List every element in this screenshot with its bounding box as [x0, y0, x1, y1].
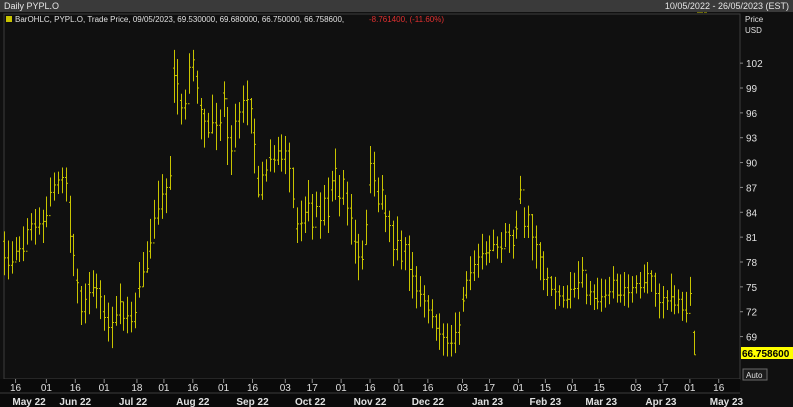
- x-tick-label: 16: [364, 383, 376, 394]
- x-month-label: Mar 23: [585, 397, 617, 407]
- x-month-label: Jan 23: [472, 397, 504, 407]
- x-tick-label: 01: [41, 383, 53, 394]
- x-tick-label: 03: [630, 383, 642, 394]
- last-price-value: 66.758600: [742, 349, 790, 360]
- x-month-label: Jun 22: [59, 397, 91, 407]
- y-tick-label: 72: [746, 308, 758, 319]
- x-tick-label: 18: [131, 383, 143, 394]
- legend-series-text: BarOHLC, PYPL.O, Trade Price, 09/05/2023…: [15, 15, 344, 24]
- x-tick-label: 15: [594, 383, 606, 394]
- y-tick-label: 75: [746, 283, 758, 294]
- x-tick-label: 17: [484, 383, 496, 394]
- x-tick-label: 16: [713, 383, 725, 394]
- x-tick-label: 03: [457, 383, 469, 394]
- x-tick-label: 01: [158, 383, 170, 394]
- x-tick-label: 03: [280, 383, 292, 394]
- chart-background: [0, 12, 793, 407]
- x-month-label: Jul 22: [119, 397, 148, 407]
- x-tick-label: 01: [218, 383, 230, 394]
- window-title-bar: Daily PYPL.O 10/05/2022 - 26/05/2023 (ES…: [0, 0, 793, 12]
- y-tick-label: 87: [746, 183, 758, 194]
- x-tick-label: 01: [99, 383, 111, 394]
- y-tick-label: 99: [746, 84, 758, 95]
- x-month-label: Dec 22: [412, 397, 445, 407]
- x-tick-label: 17: [657, 383, 669, 394]
- x-tick-label: 01: [393, 383, 405, 394]
- x-month-label: Aug 22: [176, 397, 210, 407]
- x-axis: 16 01 16 01 18 01 16 01 16 03 17 01 16 01 16 03 17 01 15 01…: [0, 379, 744, 407]
- window-title: Daily PYPL.O: [4, 1, 60, 11]
- x-tick-label: 15: [540, 383, 552, 394]
- legend-swatch: [6, 16, 12, 22]
- date-range: 10/05/2022 - 26/05/2023 (EST): [664, 1, 789, 11]
- y-tick-label: 93: [746, 134, 758, 145]
- x-tick-label: 01: [336, 383, 348, 394]
- x-month-label: Feb 23: [530, 397, 562, 407]
- x-month-label: Oct 22: [295, 397, 326, 407]
- y-tick-label: 69: [746, 333, 758, 344]
- x-tick-label: 17: [307, 383, 319, 394]
- ohlc-chart[interactable]: BarOHLC, PYPL.O, Trade Price, 09/05/2023…: [0, 12, 793, 407]
- y-tick-label: 81: [746, 233, 758, 244]
- x-tick-label: 16: [70, 383, 82, 394]
- x-month-label: Sep 22: [236, 397, 269, 407]
- x-tick-label: 16: [422, 383, 434, 394]
- x-tick-label: 01: [513, 383, 525, 394]
- x-tick-label: 16: [247, 383, 259, 394]
- y-tick-label: 78: [746, 258, 758, 269]
- x-month-label: May 22: [12, 397, 46, 407]
- y-tick-label: 102: [746, 59, 763, 70]
- x-month-label: May 23: [710, 397, 744, 407]
- x-tick-label: 01: [567, 383, 579, 394]
- auto-scale-button-label[interactable]: Auto: [746, 371, 763, 380]
- x-month-label: Apr 23: [645, 397, 677, 407]
- price-axis-label: Price: [745, 15, 764, 24]
- x-tick-label: 16: [187, 383, 199, 394]
- x-tick-label: 01: [684, 383, 696, 394]
- x-tick-label: 16: [10, 383, 22, 394]
- legend-change-text: -8.761400, (-11.60%): [369, 15, 444, 24]
- chart-area[interactable]: BarOHLC, PYPL.O, Trade Price, 09/05/2023…: [0, 12, 793, 407]
- y-tick-label: 84: [746, 208, 758, 219]
- currency-axis-label: USD: [745, 26, 762, 35]
- y-tick-label: 96: [746, 109, 758, 120]
- x-month-label: Nov 22: [354, 397, 387, 407]
- y-tick-label: 90: [746, 159, 758, 170]
